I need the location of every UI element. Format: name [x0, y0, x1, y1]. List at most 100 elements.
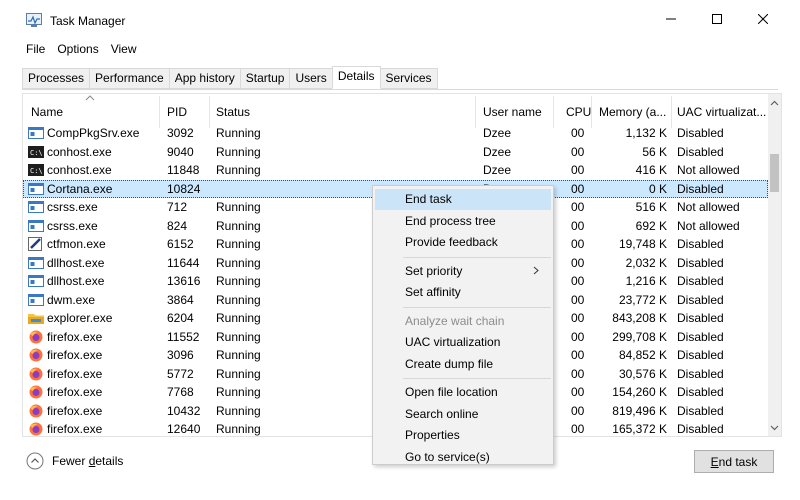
cell-pid: 6152 — [167, 237, 194, 251]
cell-uac: Disabled — [677, 329, 724, 344]
menu-item-label: Provide feedback — [405, 235, 498, 249]
vertical-scrollbar[interactable] — [768, 94, 781, 436]
tab-processes[interactable]: Processes — [22, 68, 90, 89]
sort-ascending-icon[interactable] — [85, 94, 95, 102]
cell-uac: Disabled — [677, 311, 724, 325]
menu-file[interactable]: File — [26, 38, 45, 60]
menu-item-go-to-service-s[interactable]: Go to service(s) — [375, 447, 551, 468]
maximize-button[interactable] — [694, 0, 740, 38]
cell-pid: 13616 — [167, 274, 201, 288]
table-row[interactable]: C:\ conhost.exe 11848 Running Dzee 00 416 K Not… — [23, 161, 768, 179]
menu-options[interactable]: Options — [57, 38, 98, 60]
svg-text:C:\: C:\ — [30, 167, 43, 175]
cell-cpu: 00 — [571, 403, 585, 418]
window-title: Task Manager — [50, 14, 126, 28]
column-header-cpu[interactable]: CPU — [566, 105, 591, 119]
chevron-up-circle-icon — [26, 452, 44, 470]
cell-cpu: 00 — [571, 237, 585, 251]
cell-memory: 84,852 K — [618, 348, 667, 362]
cell-user: Dzee — [483, 163, 512, 177]
menu-item-label: Set affinity — [405, 285, 461, 299]
end-task-button[interactable]: End task — [694, 450, 774, 473]
menu-item-analyze-wait-chain: Analyze wait chain — [375, 311, 551, 332]
menu-item-uac-virtualization[interactable]: UAC virtualization — [375, 332, 551, 353]
menu-item-label: End process tree — [405, 213, 496, 228]
scroll-up-button[interactable] — [768, 94, 781, 111]
scroll-down-button[interactable] — [768, 419, 781, 436]
cell-pid: 3864 — [167, 292, 194, 307]
cell-name: explorer.exe — [47, 311, 113, 325]
menu-item-properties[interactable]: Properties — [375, 425, 551, 446]
cell-name: CompPkgSrv.exe — [47, 126, 140, 140]
tab-app-history[interactable]: App history — [168, 68, 240, 89]
menu-item-label: End task — [405, 192, 452, 206]
menu-item-search-online[interactable]: Search online — [375, 404, 551, 425]
fewer-details-prefix: Fewer — [52, 454, 89, 468]
cell-uac: Not allowed — [677, 163, 740, 177]
menu-item-set-affinity[interactable]: Set affinity — [375, 282, 551, 303]
cell-cpu: 00 — [571, 218, 585, 233]
column-header-pid[interactable]: PID — [167, 105, 187, 119]
cell-uac: Disabled — [677, 403, 724, 418]
cell-status: Running — [216, 274, 261, 288]
cell-cpu: 00 — [571, 292, 585, 307]
chevron-right-icon — [533, 261, 539, 282]
menu-item-create-dump-file[interactable]: Create dump file — [375, 354, 551, 375]
cell-memory: 19,748 K — [618, 237, 667, 251]
menu-item-open-file-location[interactable]: Open file location — [375, 382, 551, 403]
cell-cpu: 00 — [571, 144, 585, 159]
cell-uac: Disabled — [677, 385, 724, 399]
menu-view[interactable]: View — [111, 38, 137, 60]
chevron-down-icon — [770, 425, 779, 430]
cell-name: dllhost.exe — [47, 274, 105, 288]
tab-performance[interactable]: Performance — [89, 68, 169, 89]
tab-details[interactable]: Details — [331, 66, 381, 89]
cell-uac: Not allowed — [677, 218, 740, 233]
cell-pid: 11552 — [167, 329, 200, 344]
firefox-icon — [28, 348, 44, 362]
cell-user: Dzee — [483, 126, 512, 140]
cell-cpu: 00 — [571, 255, 585, 270]
cell-uac: Disabled — [677, 181, 724, 196]
close-icon — [758, 14, 768, 24]
fewer-details-link[interactable]: Fewer details — [26, 452, 123, 470]
column-header-status[interactable]: Status — [216, 105, 250, 119]
folder-icon — [28, 311, 44, 325]
cell-memory: 416 K — [635, 163, 667, 177]
cell-cpu: 00 — [571, 385, 585, 399]
cell-status: Running — [216, 163, 261, 177]
menu-item-label: Open file location — [405, 385, 498, 399]
menu-item-label: UAC virtualization — [405, 335, 501, 349]
tab-services[interactable]: Services — [380, 68, 438, 89]
cell-uac: Disabled — [677, 292, 724, 307]
cell-cpu: 00 — [571, 329, 585, 344]
window-icon — [28, 182, 44, 196]
column-header-name[interactable]: Name — [31, 105, 63, 119]
tab-startup[interactable]: Startup — [239, 68, 290, 89]
firefox-icon — [28, 385, 44, 399]
table-row[interactable]: C:\ conhost.exe 9040 Running Dzee 00 56 K Disab… — [23, 143, 768, 161]
menu-item-end-task[interactable]: End task — [375, 189, 551, 210]
menu-item-label: Properties — [405, 428, 460, 442]
column-header-memory[interactable]: Memory (a... — [599, 105, 666, 119]
cell-cpu: 00 — [571, 274, 585, 288]
minimize-icon — [666, 18, 676, 20]
cell-cpu: 00 — [571, 311, 585, 325]
menu-item-end-process-tree[interactable]: End process tree — [375, 211, 551, 232]
cell-memory: 23,772 K — [618, 292, 667, 307]
menu-item-provide-feedback[interactable]: Provide feedback — [375, 232, 551, 253]
column-header-uac[interactable]: UAC virtualizat... — [677, 105, 766, 119]
menu-item-set-priority[interactable]: Set priority — [375, 261, 551, 282]
cell-memory: 0 K — [648, 181, 667, 196]
column-header-user[interactable]: User name — [483, 105, 542, 119]
cell-uac: Disabled — [677, 422, 724, 436]
context-menu: End task End process tree Provide feedback… — [372, 185, 554, 465]
console-icon: C:\ — [28, 145, 44, 159]
scroll-thumb[interactable] — [770, 154, 779, 192]
cell-status: Running — [216, 255, 261, 270]
table-row[interactable]: CompPkgSrv.exe 3092 Running Dzee 00 1,132 K Di… — [23, 124, 768, 142]
cell-name: csrss.exe — [47, 200, 98, 214]
minimize-button[interactable] — [648, 0, 694, 38]
close-button[interactable] — [740, 0, 786, 38]
tab-users[interactable]: Users — [289, 68, 332, 89]
